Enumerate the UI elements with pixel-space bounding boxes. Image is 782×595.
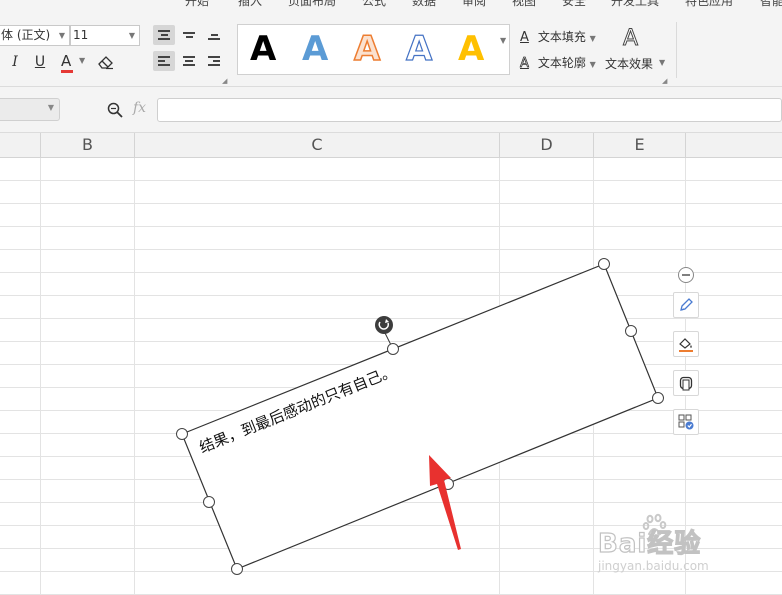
layout-icon (678, 414, 694, 430)
watermark-brand: Bai经验 (597, 528, 702, 559)
pen-icon (680, 298, 693, 311)
watermark-url: jingyan.baidu.com (598, 559, 709, 573)
rotated-text-box[interactable]: 结果，到最后感动的只有自己。 (181, 263, 659, 570)
resize-handle-top[interactable] (387, 343, 399, 355)
resize-handle-left[interactable] (203, 496, 215, 508)
resize-handle-top-right[interactable] (598, 258, 610, 270)
resize-handle-top-left[interactable] (176, 428, 188, 440)
layout-options-button[interactable] (673, 409, 699, 435)
shape-style-button[interactable] (673, 292, 699, 318)
shape-outline-button[interactable] (673, 370, 699, 396)
frame-icon (679, 376, 693, 391)
shape-overlay: 结果，到最后感动的只有自己。 (176, 258, 664, 575)
resize-handle-bottom-right[interactable] (652, 392, 664, 404)
resize-handle-bottom-left[interactable] (231, 563, 243, 575)
rotate-handle[interactable] (375, 316, 393, 334)
collapse-icon[interactable] (677, 266, 695, 284)
fill-icon (679, 338, 693, 352)
resize-handle-right[interactable] (625, 325, 637, 337)
shape-fill-button[interactable] (673, 331, 699, 357)
